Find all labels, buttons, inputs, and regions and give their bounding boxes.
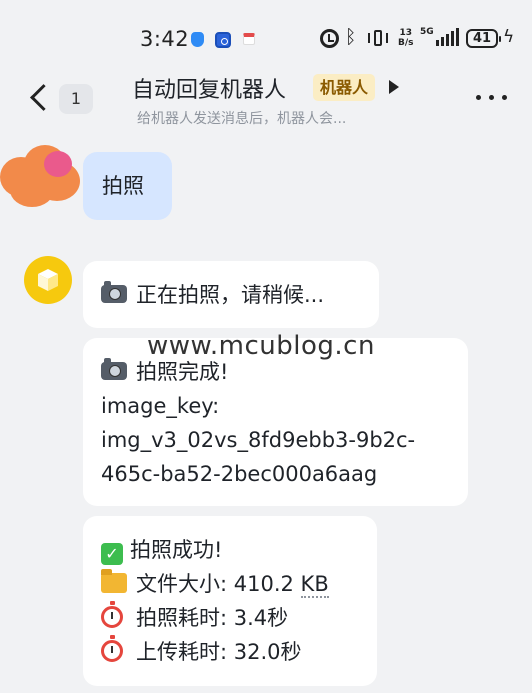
message-text: 文件大小: 410.2 [136, 572, 301, 596]
message-line: img_v3_02vs_8fd9ebb3-9b2c- [101, 428, 416, 452]
bot-message-bubble[interactable]: ✓ 拍照成功! 文件大小: 410.2 KB 拍照耗时: 3.4秒 上传耗时: 3… [83, 516, 377, 686]
user-avatar[interactable] [0, 143, 82, 213]
chat-title[interactable]: 自动回复机器人 [132, 72, 286, 104]
network-speed-unit: B/s [398, 38, 414, 48]
network-speed: 13 B/s [398, 28, 414, 52]
chat-screen: 3:42 ᛒ 13 B/s 5G 41 ϟ 1 自动回复机器人 机器人 给机器人… [0, 0, 532, 693]
stopwatch-icon [101, 635, 123, 662]
message-text: 拍照耗时: 3.4秒 [136, 606, 289, 630]
bluetooth-icon: ᛒ [345, 26, 357, 48]
stopwatch-icon [101, 601, 123, 628]
camera-icon [101, 281, 127, 303]
camera-icon [101, 358, 127, 380]
battery-icon: 41 [466, 29, 501, 48]
back-button[interactable] [24, 78, 54, 118]
message-text: 拍照 [102, 174, 144, 198]
file-size-unit[interactable]: KB [300, 572, 329, 598]
status-time: 3:42 [140, 27, 190, 51]
message-text: 拍照成功! [130, 538, 223, 562]
chat-header: 1 自动回复机器人 机器人 给机器人发送消息后，机器人会... [0, 70, 532, 136]
network-type: 5G [420, 27, 434, 37]
bot-avatar[interactable] [24, 256, 72, 304]
cube-icon [38, 269, 58, 291]
network-speed-value: 13 [399, 28, 413, 38]
folder-icon [101, 569, 127, 593]
message-text: 拍照完成! [136, 360, 229, 384]
vibrate-icon [367, 28, 389, 48]
message-line: 正在拍照，请稍候... [101, 278, 379, 312]
more-options-button[interactable] [474, 87, 508, 107]
message-line: ✓ 拍照成功! [101, 533, 377, 567]
message-text: 上传耗时: 32.0秒 [136, 640, 302, 664]
message-line: 465c-ba52-2bec000a6aag [101, 462, 378, 486]
check-mark-icon: ✓ [101, 543, 123, 565]
robot-tag: 机器人 [313, 74, 376, 101]
bot-message-bubble[interactable]: 正在拍照，请稍候... [83, 261, 379, 328]
message-line: 上传耗时: 32.0秒 [101, 635, 377, 669]
message-line: 文件大小: 410.2 KB [101, 567, 377, 601]
shield-app-icon [191, 32, 204, 47]
charging-icon: ϟ [503, 27, 515, 47]
calendar-app-icon [243, 33, 255, 45]
signal-icon: 5G [420, 27, 460, 49]
chat-subtitle[interactable]: 给机器人发送消息后，机器人会... [137, 108, 346, 128]
message-line: 拍照耗时: 3.4秒 [101, 601, 377, 635]
browser-app-icon [215, 32, 231, 48]
watermark-text: www.mcublog.cn [147, 331, 375, 361]
status-bar: 3:42 ᛒ 13 B/s 5G 41 ϟ [0, 0, 532, 70]
expand-arrow-icon[interactable] [389, 80, 399, 94]
message-line: image_key: [101, 394, 220, 418]
message-text: 正在拍照，请稍候... [136, 283, 325, 307]
user-message-bubble[interactable]: 拍照 [83, 152, 172, 220]
alarm-icon [320, 29, 339, 48]
unread-count-badge[interactable]: 1 [59, 84, 93, 114]
bot-message-bubble[interactable]: 拍照完成! image_key: img_v3_02vs_8fd9ebb3-9b… [83, 338, 468, 506]
